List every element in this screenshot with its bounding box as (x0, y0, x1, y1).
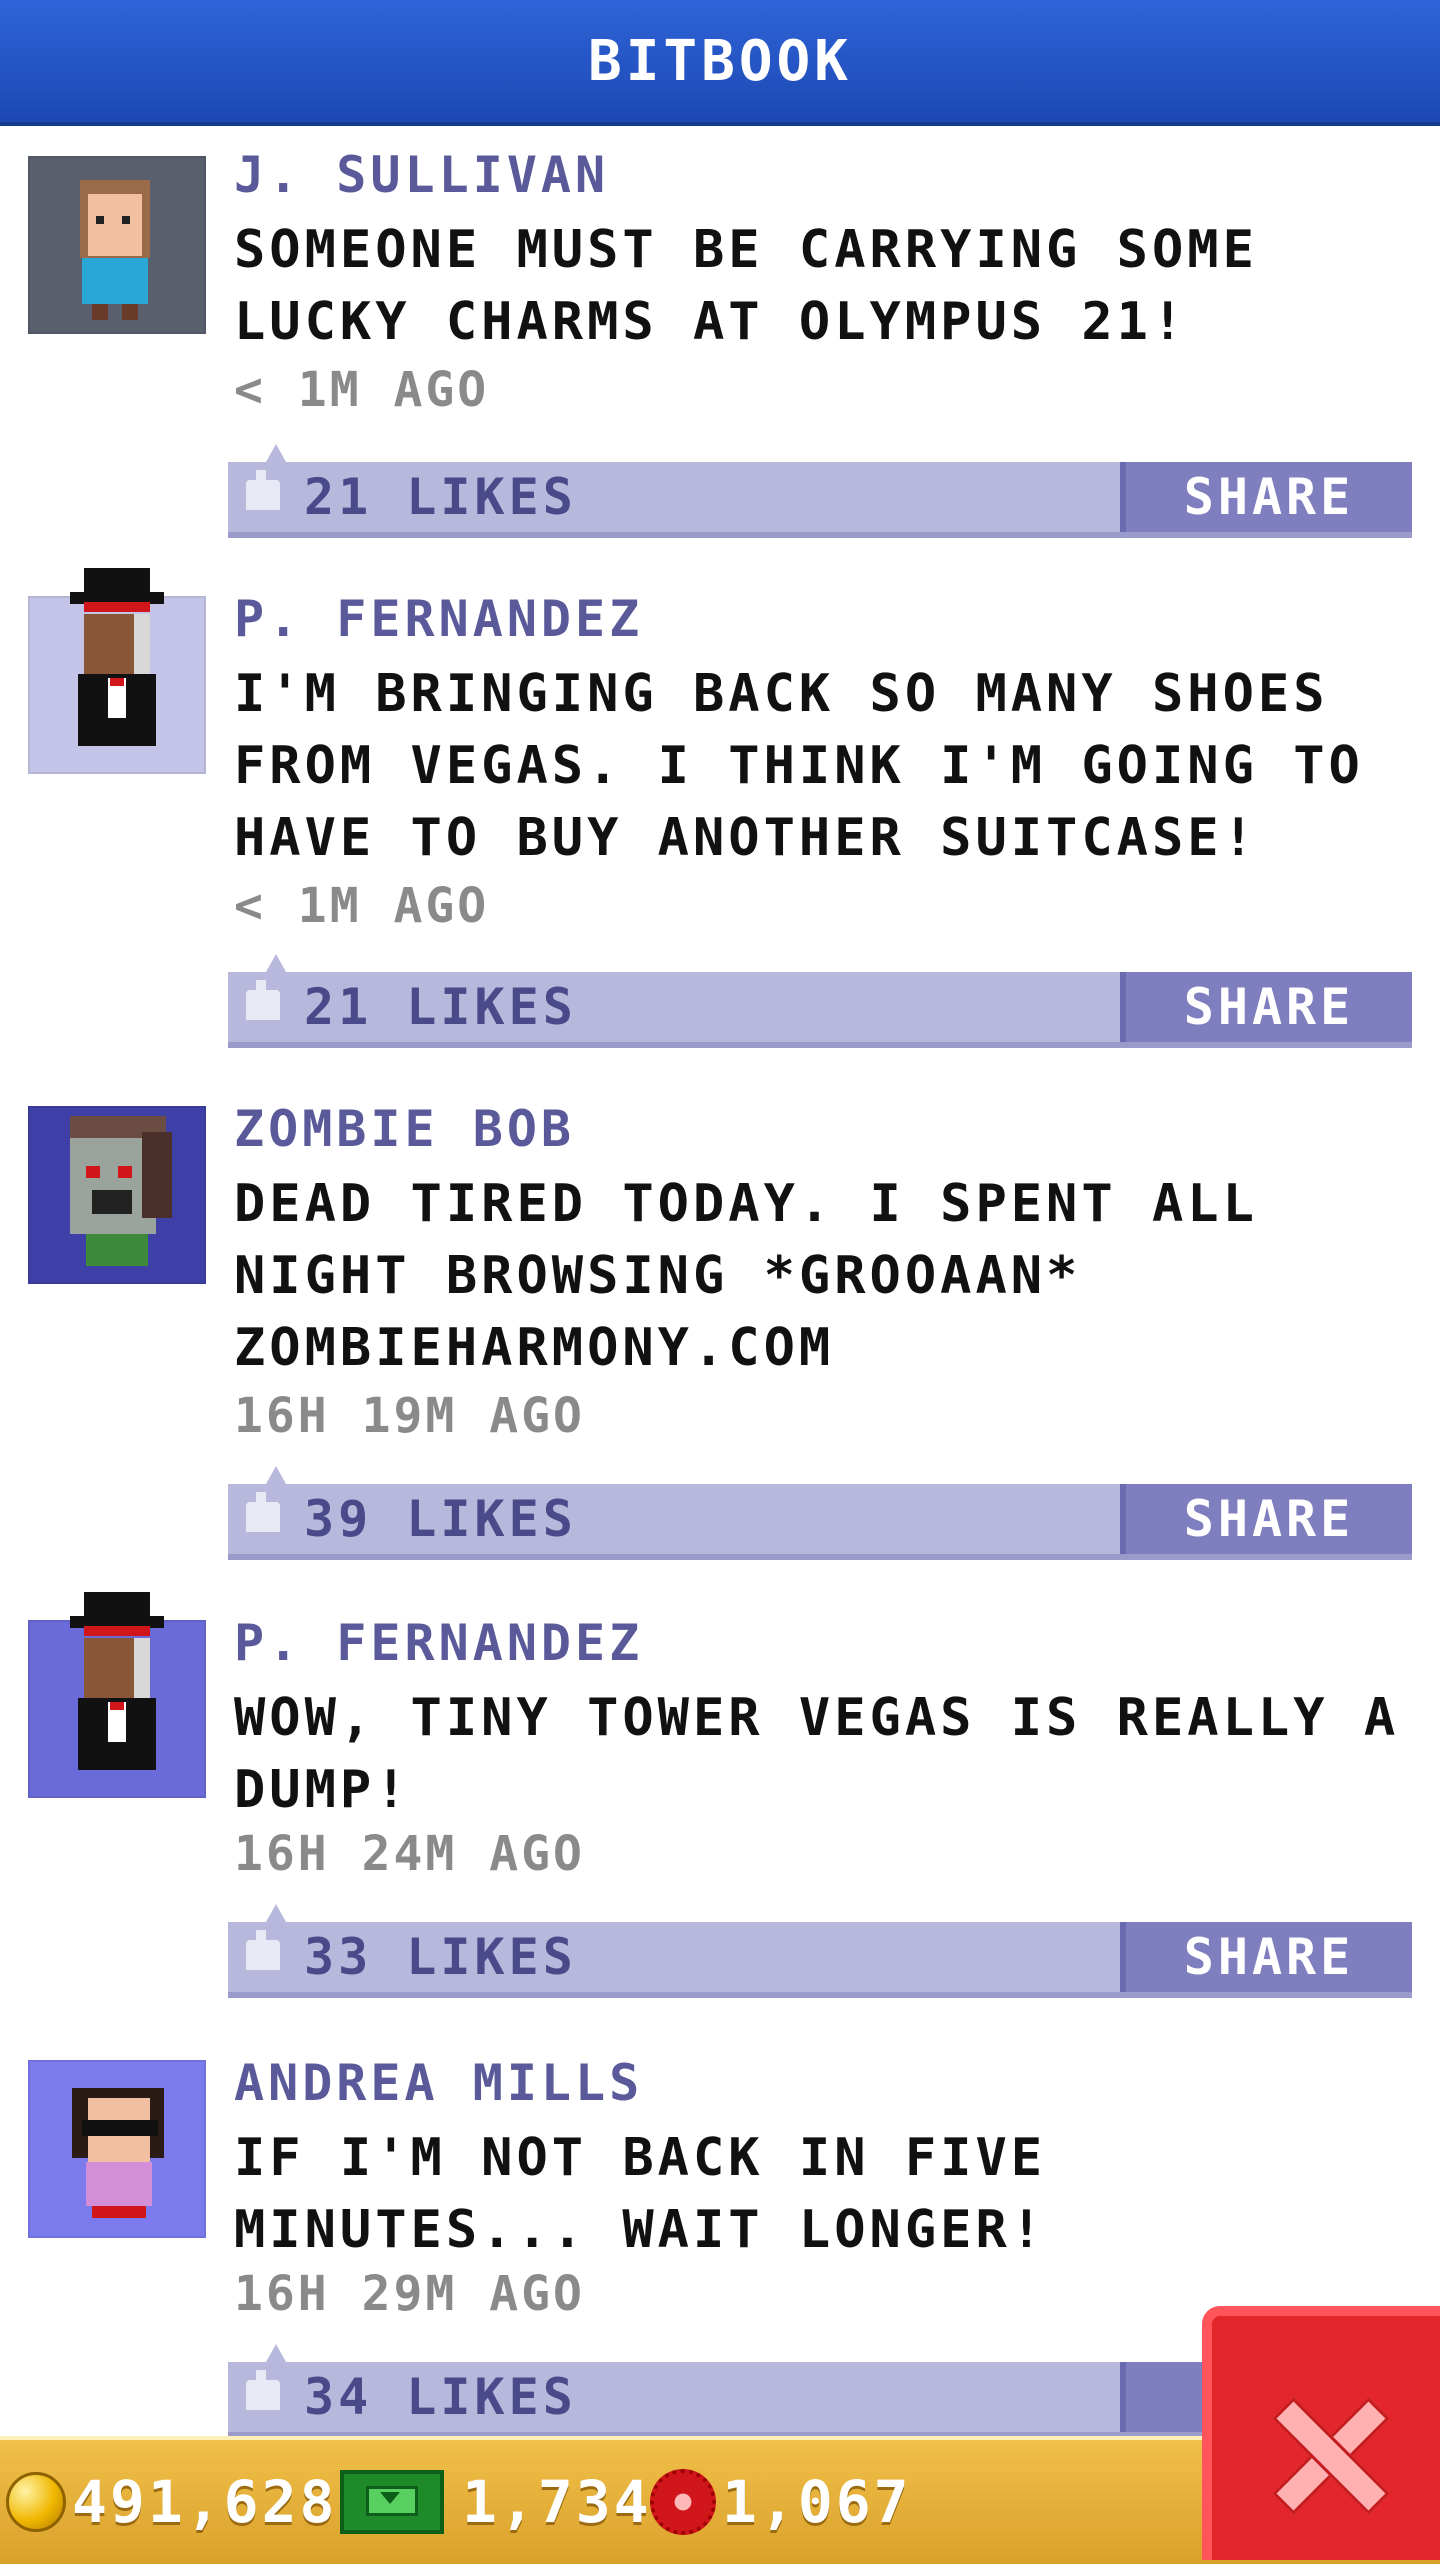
avatar[interactable] (28, 2060, 206, 2238)
post-time: 16H 29M AGO (234, 2266, 585, 2322)
post-author[interactable]: P. FERNANDEZ (234, 1614, 643, 1672)
like-bar: 21 LIKES SHARE (228, 444, 1412, 538)
feed-post: J. SULLIVAN SOMEONE MUST BE CARRYING SOM… (0, 126, 1440, 564)
avatar[interactable] (28, 1106, 206, 1284)
app-header: BITBOOK (0, 0, 1440, 126)
coins-value: 491,628 (72, 2468, 338, 2536)
app-title: BITBOOK (587, 28, 852, 94)
post-author[interactable]: ZOMBIE BOB (234, 1100, 575, 1158)
like-icon[interactable] (246, 1492, 280, 1532)
like-bar: 21 LIKES SHARE (228, 954, 1412, 1048)
close-icon (1272, 2396, 1390, 2515)
chip-icon (650, 2469, 716, 2535)
post-author[interactable]: J. SULLIVAN (234, 146, 609, 204)
close-button[interactable] (1202, 2306, 1440, 2560)
avatar[interactable] (28, 156, 206, 334)
post-time: < 1M AGO (234, 362, 490, 418)
post-message: WOW, TINY TOWER VEGAS IS REALLY A DUMP! (234, 1688, 1400, 1820)
likes-count[interactable]: 21 LIKES (304, 462, 577, 532)
feed-post: P. FERNANDEZ I'M BRINGING BACK SO MANY S… (0, 556, 1440, 1074)
bux-value: 1,734 (462, 2468, 652, 2536)
share-button[interactable]: SHARE (1120, 462, 1412, 532)
like-icon[interactable] (246, 1930, 280, 1970)
bux-display[interactable]: 1,734 (340, 2466, 652, 2538)
like-icon[interactable] (246, 980, 280, 1020)
post-message: DEAD TIRED TODAY. I SPENT ALL NIGHT BROW… (234, 1174, 1258, 1378)
likes-count[interactable]: 39 LIKES (304, 1484, 577, 1554)
like-bar: 39 LIKES SHARE (228, 1466, 1412, 1560)
likes-count[interactable]: 34 LIKES (304, 2362, 577, 2432)
share-button[interactable]: SHARE (1120, 1922, 1412, 1992)
like-icon[interactable] (246, 470, 280, 510)
coins-display: 491,628 (6, 2466, 337, 2538)
post-author[interactable]: P. FERNANDEZ (234, 590, 643, 648)
share-button[interactable]: SHARE (1120, 972, 1412, 1042)
post-message: SOMEONE MUST BE CARRYING SOME LUCKY CHAR… (234, 220, 1258, 352)
likes-count[interactable]: 33 LIKES (304, 1922, 577, 1992)
avatar[interactable] (28, 1592, 206, 1798)
chips-display[interactable]: 1,067 (650, 2466, 912, 2538)
bux-icon (340, 2470, 444, 2534)
share-button[interactable]: SHARE (1120, 1484, 1412, 1554)
post-message: IF I'M NOT BACK IN FIVE MINUTES... WAIT … (234, 2128, 1047, 2260)
chips-value: 1,067 (722, 2468, 912, 2536)
post-time: < 1M AGO (234, 878, 490, 934)
post-author[interactable]: ANDREA MILLS (234, 2054, 643, 2112)
like-icon[interactable] (246, 2370, 280, 2410)
feed-post: ZOMBIE BOB DEAD TIRED TODAY. I SPENT ALL… (0, 1066, 1440, 1590)
feed-post: P. FERNANDEZ WOW, TINY TOWER VEGAS IS RE… (0, 1582, 1440, 2030)
like-bar: 33 LIKES SHARE (228, 1904, 1412, 1998)
likes-count[interactable]: 21 LIKES (304, 972, 577, 1042)
post-time: 16H 24M AGO (234, 1826, 585, 1882)
post-time: 16H 19M AGO (234, 1388, 585, 1444)
avatar[interactable] (28, 568, 206, 774)
coin-icon (6, 2472, 66, 2532)
post-message: I'M BRINGING BACK SO MANY SHOES FROM VEG… (234, 664, 1364, 868)
